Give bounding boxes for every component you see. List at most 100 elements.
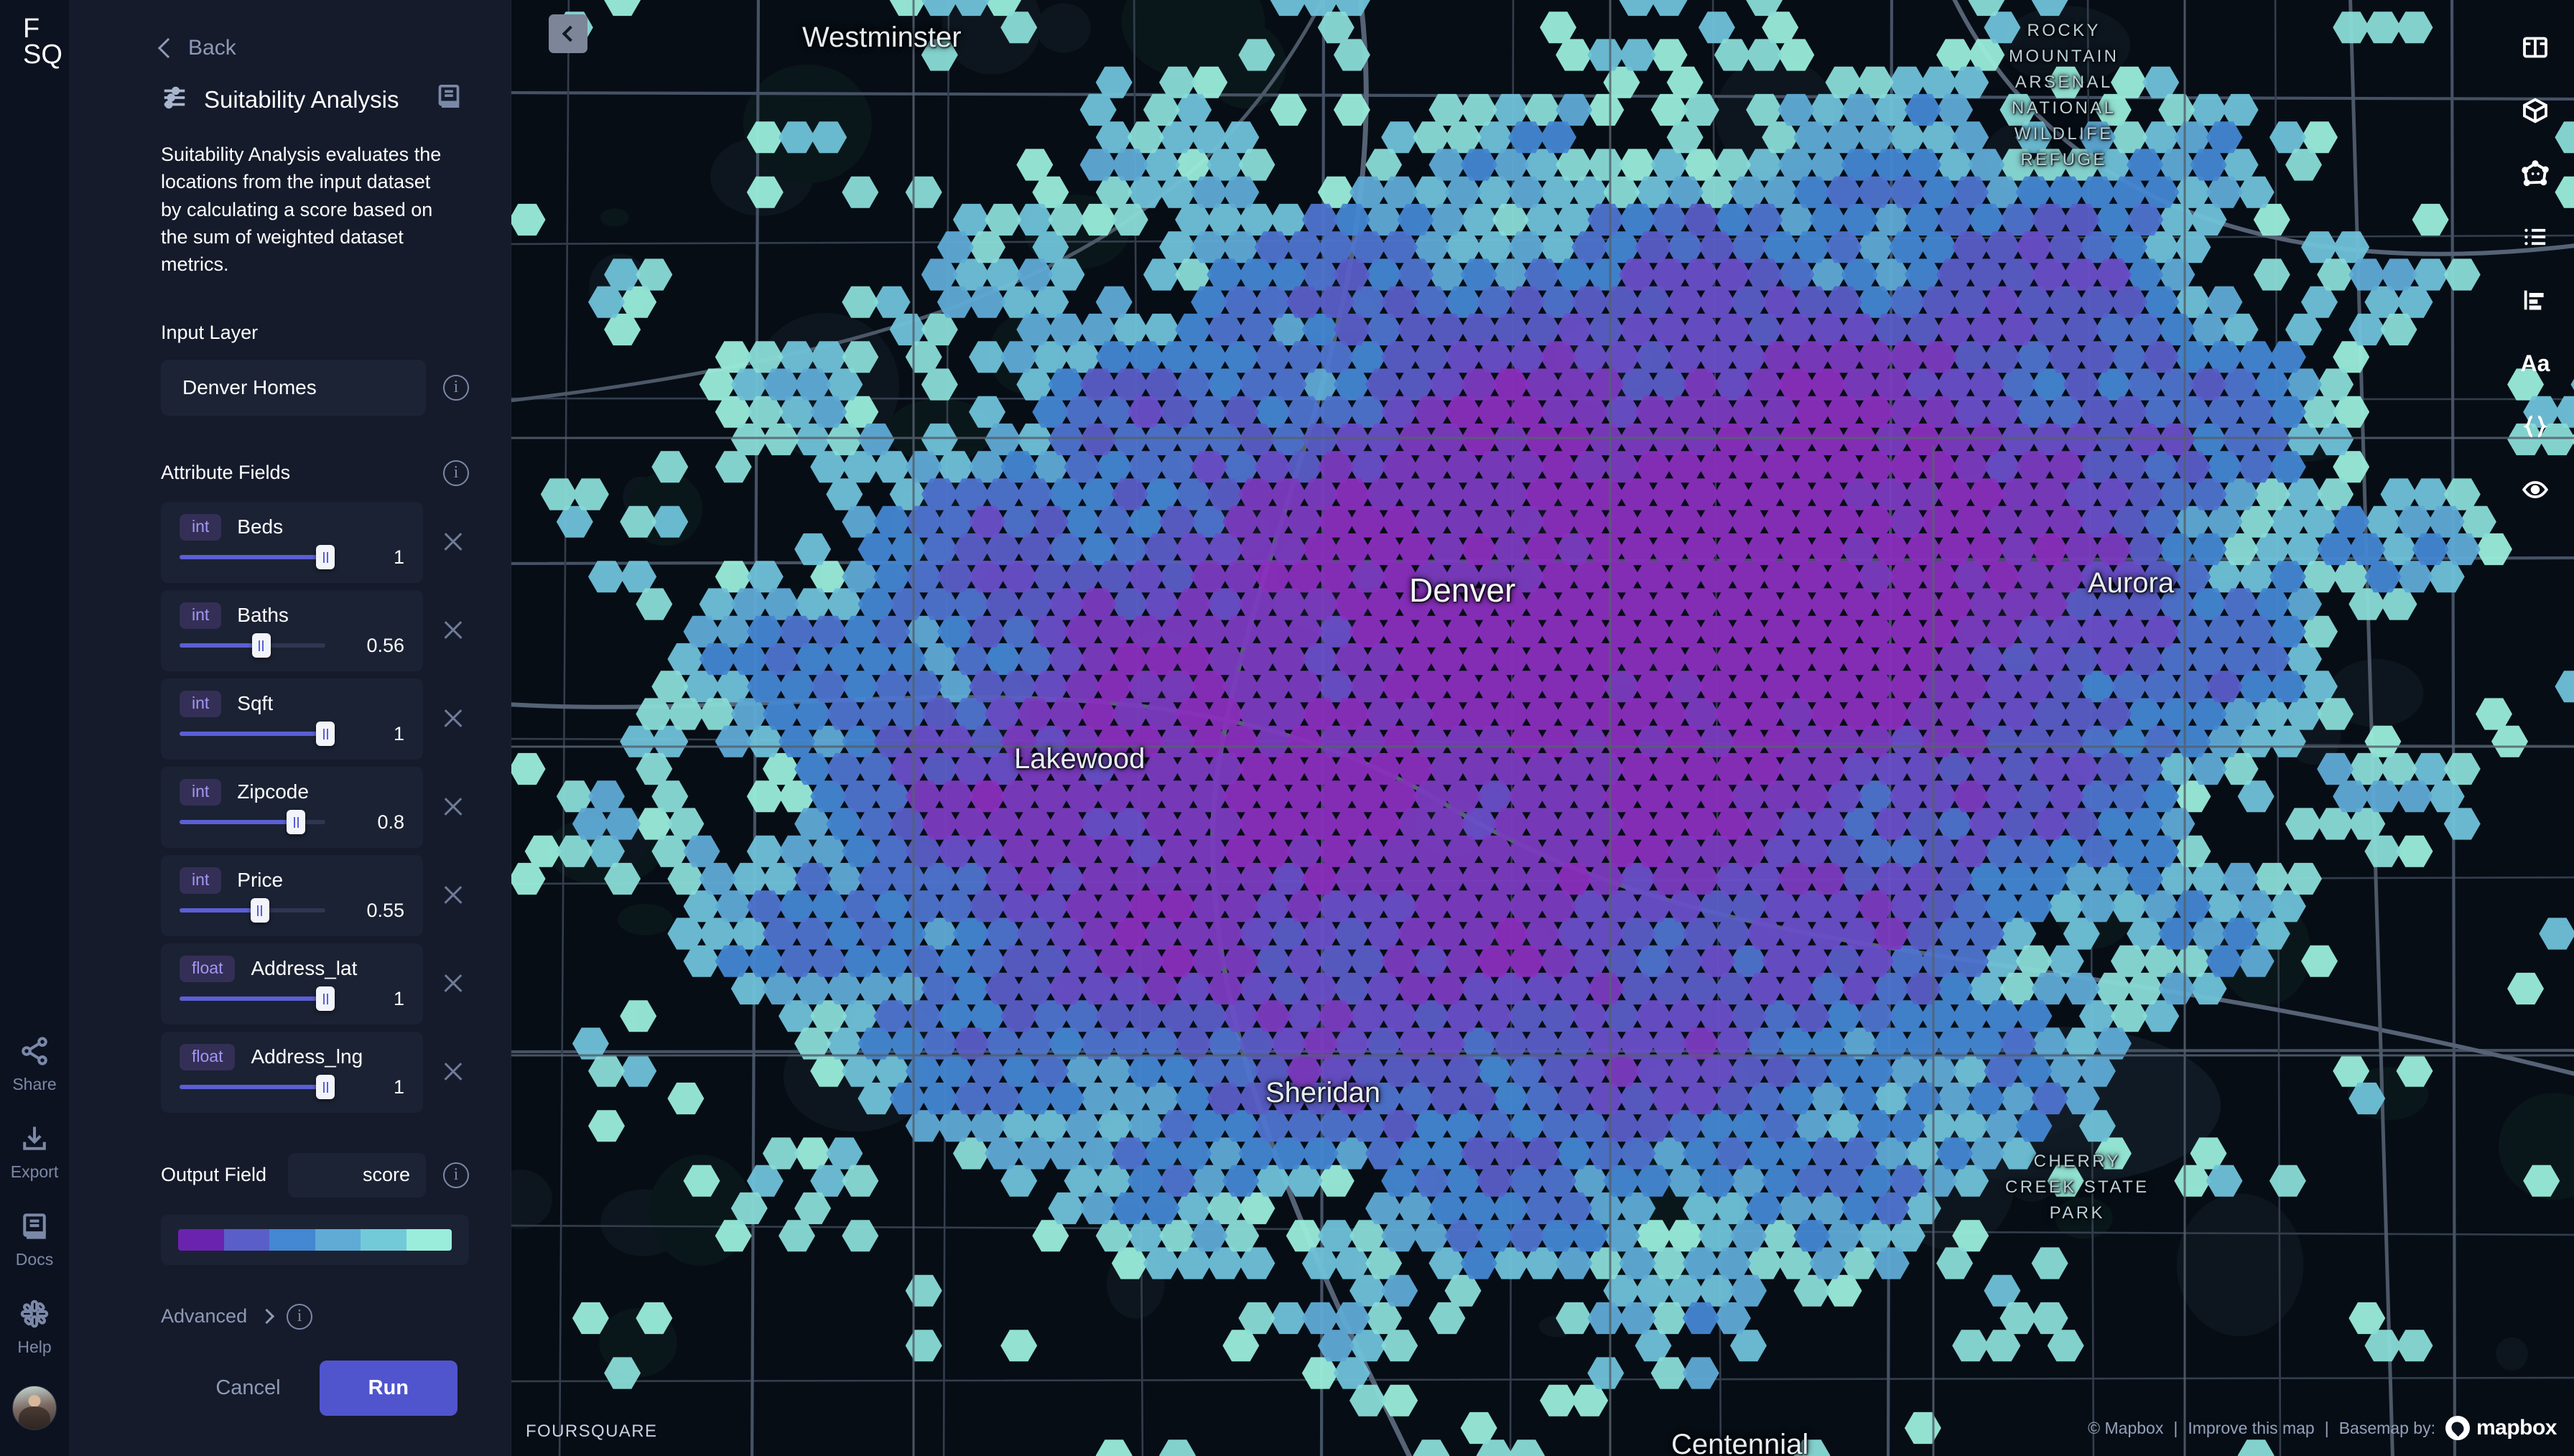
slider-knob[interactable] [316,722,335,747]
color-ramp-selector[interactable] [161,1214,469,1265]
code-braces-icon[interactable] [2512,403,2558,449]
field-name-label: Zipcode [237,780,309,803]
map-canvas [511,0,2574,1456]
slider-fill [180,820,297,825]
app-root: F SQ Share Export Docs Help Back Suitabi… [0,0,2574,1456]
weight-slider[interactable] [180,722,335,747]
input-layer-row: Denver Homes i [69,344,511,416]
color-ramp-stop [315,1228,361,1251]
remove-field-button[interactable] [437,615,469,646]
field-name-label: Sqft [237,692,274,715]
panel-body: Back Suitability Analysis Suitability An… [69,0,511,1361]
split-view-icon[interactable] [2512,24,2558,70]
slider-fill [180,1085,325,1090]
book-icon[interactable] [435,82,463,111]
slider-fill [180,555,325,560]
slider-knob[interactable] [316,1075,335,1100]
attribute-field-header: float Address_lng [180,1043,404,1070]
share-icon [19,1035,50,1070]
output-field-input[interactable]: score [288,1152,426,1198]
cancel-button[interactable]: Cancel [198,1363,297,1413]
back-label: Back [188,36,236,60]
color-ramp-stop [361,1228,406,1251]
weight-value: 0.8 [377,811,404,833]
slider-knob[interactable] [251,633,271,658]
weight-slider[interactable] [180,986,335,1012]
attribution-copyright: © Mapbox [2088,1418,2164,1437]
remove-field-button[interactable] [437,1056,469,1088]
weight-value: 1 [393,1075,404,1098]
info-icon-attribute-fields[interactable]: i [443,459,469,486]
info-icon-input-layer[interactable]: i [443,374,469,401]
input-layer-label: Input Layer [161,321,259,343]
attribute-field-controls: 0.56 [180,633,404,658]
rail-item-docs[interactable]: Docs [0,1210,69,1269]
input-layer-select[interactable]: Denver Homes [161,359,426,416]
slider-knob[interactable] [316,545,335,570]
slider-knob[interactable] [316,986,335,1012]
field-name-label: Address_lng [251,1045,363,1068]
field-name-label: Address_lat [251,957,358,980]
field-type-badge: int [180,690,222,717]
layer-list-icon[interactable] [2512,214,2558,260]
weight-value: 0.55 [366,899,404,921]
attribute-field-card: int Baths 0.56 [161,589,423,671]
slider-knob[interactable] [287,810,306,835]
attribute-field-row: int Sqft 1 [161,678,469,760]
map-attribution: © Mapbox | Improve this map | Basemap by… [2088,1416,2557,1440]
visibility-eye-icon[interactable] [2512,467,2558,513]
weight-slider[interactable] [180,898,325,923]
attribute-field-row: int Baths 0.56 [161,589,469,671]
weight-slider[interactable] [180,810,325,835]
attribution-sep-2: | [2324,1418,2329,1437]
slider-knob[interactable] [250,898,269,923]
attribute-field-header: int Beds [180,513,404,541]
rail-item-export[interactable]: Export [0,1123,69,1182]
attribute-field-row: float Address_lat 1 [161,943,469,1025]
collapse-panel-button[interactable] [549,14,587,53]
weight-slider[interactable] [180,545,335,570]
slider-fill [180,732,325,737]
advanced-toggle[interactable]: Advanced i [69,1265,511,1330]
rail-item-help[interactable]: Help [0,1298,69,1357]
field-type-badge: float [180,955,236,982]
map-watermark: FOURSQUARE [526,1422,658,1441]
attribute-field-controls: 1 [180,545,404,570]
rail-item-share[interactable]: Share [0,1035,69,1094]
run-button[interactable]: Run [319,1361,457,1416]
attribute-field-header: int Baths [180,602,404,629]
slider-fill [180,997,325,1002]
panel-header: Suitability Analysis [69,60,511,115]
3d-cube-icon[interactable] [2512,88,2558,134]
attribute-fields-list: int Beds 1 int Baths 0.56 int Sqft 1 int Zipcode 0.… [69,486,511,1113]
info-icon-output-field[interactable]: i [443,1162,469,1188]
map-view[interactable]: Aa FOURSQUARE © Mapbox | Improve this ma… [511,0,2574,1456]
mapbox-logo[interactable]: mapbox [2445,1416,2557,1440]
aa-glyph: Aa [2520,350,2550,376]
polygon-draw-icon[interactable] [2512,151,2558,197]
avatar[interactable] [12,1386,57,1430]
chevron-left-icon [157,37,179,59]
info-icon-advanced[interactable]: i [287,1303,313,1330]
chart-bars-icon[interactable] [2512,277,2558,323]
remove-field-button[interactable] [437,703,469,734]
foursquare-logo[interactable]: F SQ [13,15,62,68]
attribute-field-card: int Price 0.55 [161,854,423,936]
attribute-field-controls: 1 [180,722,404,747]
help-icon [19,1298,50,1333]
color-ramp-stop [269,1228,315,1251]
map-labels-icon[interactable]: Aa [2512,340,2558,386]
remove-field-button[interactable] [437,791,469,823]
weight-value: 1 [393,987,404,1009]
back-button[interactable]: Back [69,0,511,60]
attribute-field-header: int Price [180,867,404,894]
remove-field-button[interactable] [437,879,469,911]
remove-field-button[interactable] [437,968,469,999]
weight-slider[interactable] [180,1075,335,1100]
remove-field-button[interactable] [437,526,469,558]
weight-slider[interactable] [180,633,325,658]
attribute-field-header: int Zipcode [180,778,404,806]
color-ramp-stop [223,1228,269,1251]
chevron-right-icon [259,1309,275,1325]
improve-map-link[interactable]: Improve this map [2188,1419,2314,1438]
